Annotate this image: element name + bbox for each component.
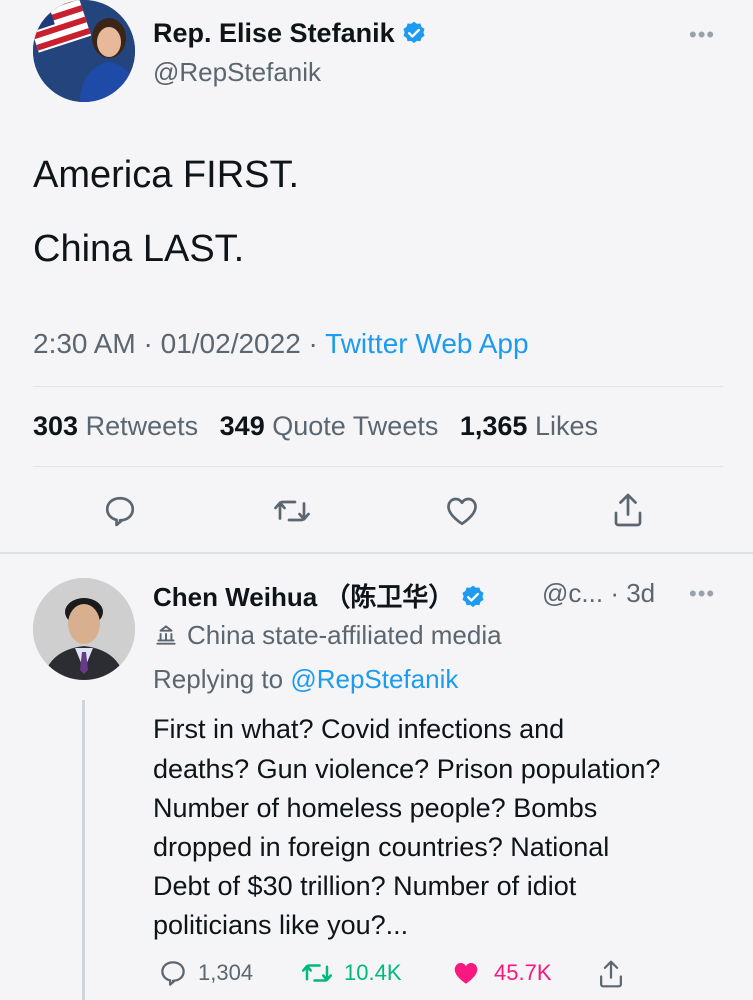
tweet-text-line-1: America FIRST. bbox=[33, 154, 300, 196]
reply-retweet-button[interactable]: 10.4K bbox=[300, 958, 402, 988]
retweet-count: 10.4K bbox=[344, 960, 402, 985]
avatar-stefanik[interactable] bbox=[33, 0, 135, 102]
more-options-button[interactable]: ••• bbox=[689, 22, 715, 48]
replying-to-prefix: Replying to bbox=[153, 664, 284, 694]
replying-to: Replying to @RepStefanik bbox=[153, 664, 458, 695]
share-icon[interactable] bbox=[610, 490, 646, 530]
author-name-text[interactable]: Rep. Elise Stefanik bbox=[153, 18, 395, 48]
tweet-date[interactable]: 01/02/2022 bbox=[161, 328, 301, 359]
reply-text-line-1: First in what? Covid infections and bbox=[153, 714, 565, 744]
reply-more-options-button[interactable]: ••• bbox=[689, 581, 715, 607]
verified-badge-icon bbox=[403, 21, 425, 44]
reply-handle-text[interactable]: @c... bbox=[542, 578, 603, 608]
divider bbox=[33, 386, 723, 387]
tweet-text-line-2: China LAST. bbox=[33, 228, 245, 270]
reply-count: 1,304 bbox=[198, 960, 254, 985]
author-handle[interactable]: @RepStefanik bbox=[153, 57, 321, 88]
affiliation-text: China state-affiliated media bbox=[187, 620, 502, 650]
reply-like-button[interactable]: 45.7K bbox=[448, 958, 552, 988]
reply-author-name-text[interactable]: Chen Weihua （陈卫华） bbox=[153, 582, 454, 612]
reply-text-line-6: politicians like you?... bbox=[153, 910, 409, 940]
liked-heart-icon bbox=[454, 963, 478, 984]
tweet-separator bbox=[0, 552, 753, 554]
retweets-count: 303 bbox=[33, 411, 79, 441]
replying-to-handle-link[interactable]: @RepStefanik bbox=[290, 664, 458, 694]
reply-icon[interactable] bbox=[102, 493, 138, 529]
reply-text-line-5: Debt of $30 trillion? Number of idiot bbox=[153, 871, 577, 901]
thread-connector bbox=[82, 700, 85, 1000]
like-icon[interactable] bbox=[443, 493, 481, 529]
author-name[interactable]: Rep. Elise Stefanik bbox=[153, 18, 427, 49]
quote-tweets-stat[interactable]: 349 Quote Tweets bbox=[220, 411, 439, 441]
main-tweet: Rep. Elise Stefanik @RepStefanik ••• Ame… bbox=[0, 0, 753, 552]
likes-stat[interactable]: 1,365 Likes bbox=[460, 411, 598, 441]
tweet-source[interactable]: Twitter Web App bbox=[325, 328, 528, 359]
avatar-chen-weihua[interactable] bbox=[33, 578, 135, 680]
divider bbox=[33, 466, 723, 467]
state-affiliated-label[interactable]: China state-affiliated media bbox=[153, 620, 502, 651]
likes-label: Likes bbox=[534, 411, 598, 441]
verified-badge-icon bbox=[462, 585, 484, 608]
reply-text-line-3: Number of homeless people? Bombs bbox=[153, 793, 598, 823]
reply-author-name[interactable]: Chen Weihua （陈卫华） bbox=[153, 577, 486, 614]
likes-count: 1,365 bbox=[459, 411, 528, 441]
reply-text-line-4: dropped in foreign countries? National bbox=[153, 832, 610, 862]
tweet-meta: 2:30 AM · 01/02/2022 · Twitter Web App bbox=[33, 328, 529, 359]
quote-tweets-label: Quote Tweets bbox=[272, 411, 439, 441]
quote-tweets-count: 349 bbox=[219, 411, 265, 441]
retweets-label: Retweets bbox=[85, 411, 199, 441]
reply-age: · 3d bbox=[610, 578, 656, 608]
tweet-stats: 303 Retweets 349 Quote Tweets 1,365 Like… bbox=[33, 411, 612, 442]
share-icon bbox=[600, 960, 622, 988]
retweet-icon[interactable] bbox=[272, 493, 312, 529]
reply-text-line-2: deaths? Gun violence? Prison population? bbox=[153, 754, 661, 784]
reply-share-button[interactable] bbox=[596, 958, 636, 990]
retweet-icon bbox=[302, 964, 332, 982]
reply-reply-button[interactable]: 1,304 bbox=[158, 958, 253, 988]
reply-author-handle[interactable]: @c... · 3d bbox=[542, 578, 655, 609]
reply-icon bbox=[161, 961, 185, 986]
tweet-time[interactable]: 2:30 AM bbox=[33, 328, 136, 359]
retweets-stat[interactable]: 303 Retweets bbox=[33, 411, 198, 441]
like-count: 45.7K bbox=[494, 960, 552, 985]
state-media-icon bbox=[156, 625, 176, 645]
